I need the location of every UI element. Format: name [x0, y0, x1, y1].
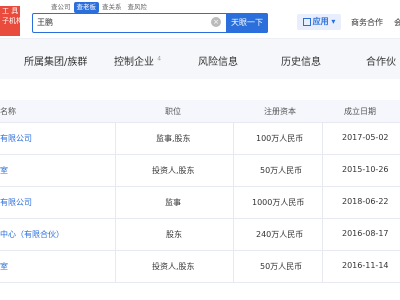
scope-company[interactable]: 查公司 [48, 2, 74, 13]
date-cell: 2017-05-02 [342, 133, 389, 142]
search-button[interactable]: 天眼一下 [226, 13, 268, 33]
date-cell: 2015-10-26 [342, 165, 389, 174]
company-name-link[interactable]: 室 [0, 165, 8, 176]
header-date: 成立日期 [344, 107, 376, 116]
position-cell: 监事,股东 [156, 134, 191, 143]
apps-button[interactable]: 应用 ▾ [297, 14, 341, 30]
apps-label: 应用 [312, 17, 329, 26]
capital-cell: 50万人民币 [260, 166, 303, 175]
logo-line1: 工 具 [2, 7, 19, 15]
company-name-link[interactable]: 有限公司 [0, 197, 32, 208]
section-tabs: 所属集团/族群 控制企业 4 风险信息 历史信息 合作伙 [0, 38, 400, 79]
tab-risk[interactable]: 风险信息 [198, 53, 238, 68]
capital-cell: 240万人民币 [256, 230, 304, 239]
scope-risk[interactable]: 查风险 [125, 2, 151, 13]
tab-controlled-companies[interactable]: 控制企业 4 [114, 53, 161, 68]
scope-boss[interactable]: 查老板 [73, 2, 99, 13]
date-cell: 2016-08-17 [342, 229, 389, 238]
company-name-link[interactable]: 室 [0, 261, 8, 272]
table-row: 室 投资人,股东 50万人民币 2015-10-26 [0, 155, 400, 187]
business-cooperation-link[interactable]: 商务合作 [351, 17, 383, 28]
clear-icon[interactable]: × [211, 17, 221, 27]
position-cell: 投资人,股东 [152, 262, 195, 271]
table-row: 有限公司 监事,股东 100万人民币 2017-05-02 [0, 123, 400, 155]
logo[interactable]: 工 具 子机构 [0, 6, 23, 36]
position-cell: 投资人,股东 [152, 166, 195, 175]
capital-cell: 1000万人民币 [252, 198, 305, 207]
grid-icon [302, 17, 311, 26]
table-row: 有限公司 监事 1000万人民币 2018-06-22 [0, 187, 400, 219]
member-link[interactable]: 会 [394, 17, 400, 28]
date-cell: 2018-06-22 [342, 197, 389, 206]
date-cell: 2016-11-14 [342, 261, 389, 270]
tab-group[interactable]: 所属集团/族群 [24, 53, 87, 68]
header-name: 名称 [0, 107, 16, 116]
top-bar: 工 具 子机构 查公司 查老板 查关系 查风险 × 天眼一下 应用 ▾ 商务合作… [0, 0, 400, 36]
table-row: 室 投资人,股东 50万人民币 2016-11-14 [0, 251, 400, 283]
logo-line2: 子机构 [2, 17, 23, 25]
header-position: 职位 [165, 107, 181, 116]
company-name-link[interactable]: 中心（有限合伙） [0, 229, 64, 240]
position-cell: 监事 [165, 198, 181, 207]
position-cell: 股东 [166, 230, 182, 239]
header-capital: 注册资本 [264, 107, 296, 116]
scope-relation[interactable]: 查关系 [99, 2, 125, 13]
tab-history[interactable]: 历史信息 [281, 53, 321, 68]
search-box: × 天眼一下 [32, 13, 268, 33]
table-row: 中心（有限合伙） 股东 240万人民币 2016-08-17 [0, 219, 400, 251]
company-name-link[interactable]: 有限公司 [0, 133, 32, 144]
tab-partners[interactable]: 合作伙 [366, 53, 396, 68]
tab-count: 4 [157, 55, 162, 63]
capital-cell: 100万人民币 [256, 134, 304, 143]
search-input[interactable] [33, 14, 211, 30]
table-header: 名称 职位 注册资本 成立日期 [0, 100, 400, 123]
capital-cell: 50万人民币 [260, 262, 303, 271]
